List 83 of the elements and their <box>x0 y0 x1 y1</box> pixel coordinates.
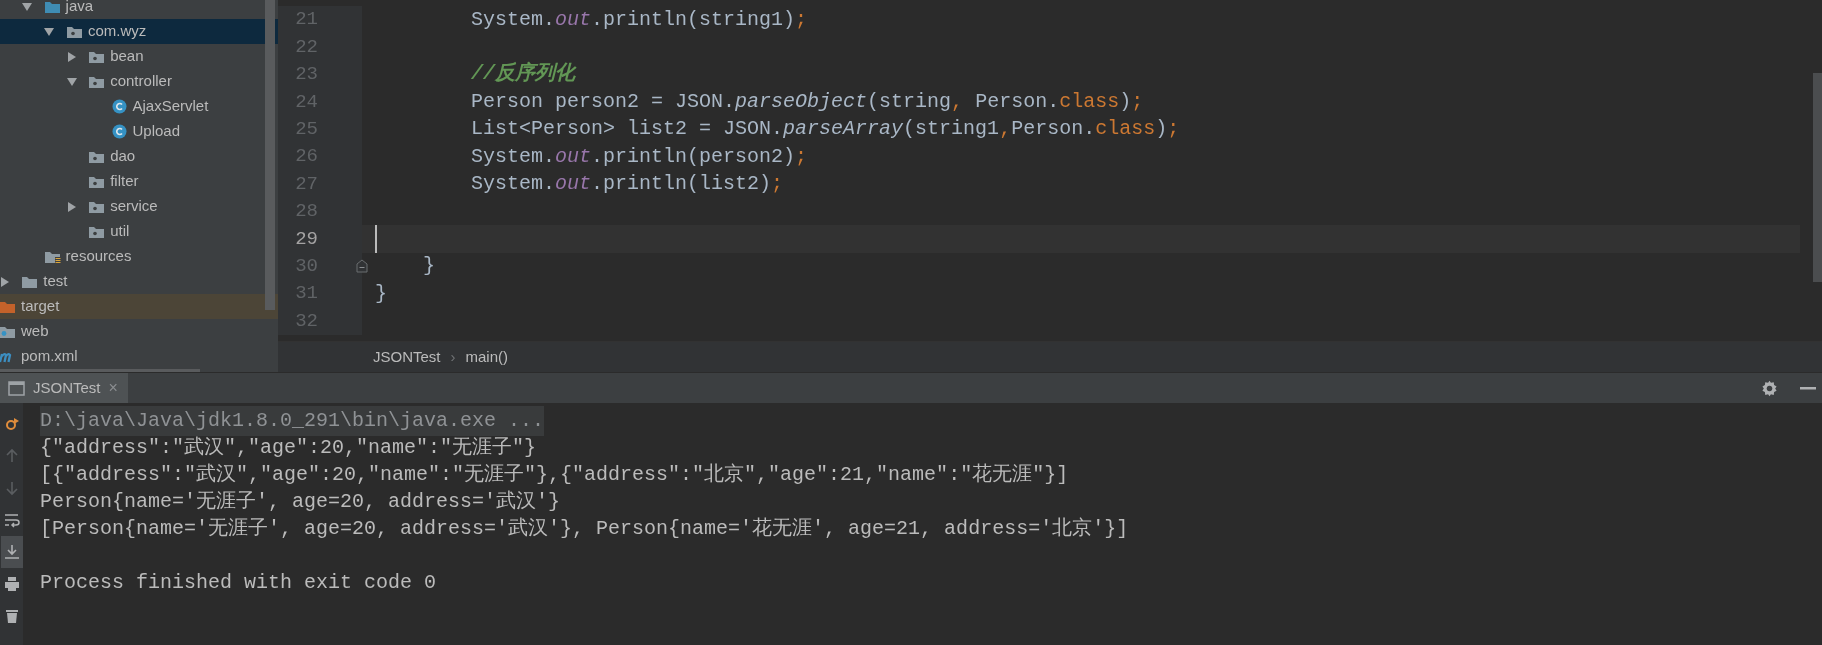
tree-row[interactable]: resources <box>0 244 278 269</box>
tree-row[interactable]: web <box>0 319 278 344</box>
expanded-arrow-icon[interactable] <box>22 1 33 12</box>
tree-row[interactable]: Upload <box>0 119 278 144</box>
line-number: 29 <box>294 226 318 252</box>
scrollbar-thumb[interactable] <box>265 0 275 310</box>
code-line: //反序列化 <box>470 60 576 88</box>
folder-icon <box>88 174 106 189</box>
tree-label: web <box>21 321 49 342</box>
console-command: D:\java\Java\jdk1.8.0_291\bin\java.exe ... <box>40 405 545 436</box>
folder-icon <box>88 224 106 239</box>
tree-label: test <box>43 271 68 292</box>
tree-row[interactable]: target <box>0 294 278 319</box>
tree-row[interactable]: AjaxServlet <box>0 94 278 119</box>
tree-row[interactable]: controller <box>0 69 278 94</box>
tree-label: filter <box>110 171 139 192</box>
down-arrow-icon <box>3 480 20 496</box>
breadcrumb-item[interactable]: JSONTest <box>373 345 441 369</box>
tree-label: AjaxServlet <box>132 96 209 117</box>
tree-row[interactable]: java <box>0 0 278 19</box>
folder-icon <box>0 324 16 339</box>
folder-icon <box>43 249 61 264</box>
console-output: Person{name='无涯子', age=20, address='武汉'} <box>40 488 561 515</box>
code-line: } <box>422 253 435 280</box>
breadcrumb-separator: › <box>450 346 456 367</box>
tree-label: service <box>110 196 158 217</box>
code-line: Person person2 = JSON.parseObject(string, Person.class); <box>470 88 1144 115</box>
code-line: System.out.println(string1); <box>470 6 808 33</box>
tree-row[interactable]: pom.xml <box>0 344 278 369</box>
trash-icon <box>3 608 20 624</box>
print-icon <box>3 576 20 592</box>
tree-label: com.wyz <box>87 21 147 42</box>
folder-icon <box>43 0 61 14</box>
tree-row[interactable]: dao <box>0 144 278 169</box>
code-line: System.out.println(list2); <box>470 171 784 198</box>
folder-icon <box>88 199 106 214</box>
breadcrumb-item[interactable]: main() <box>465 345 509 369</box>
class-icon <box>110 99 128 114</box>
console-output: {"address":"武汉","age":20,"name":"无涯子"} <box>40 434 537 461</box>
scroll-to-end-icon <box>3 544 20 560</box>
tree-row[interactable]: filter <box>0 169 278 194</box>
text-caret <box>375 225 377 253</box>
tree-row[interactable]: service <box>0 194 278 219</box>
tree-row[interactable]: com.wyz <box>0 19 278 44</box>
folder-icon <box>88 74 106 89</box>
tree-label: java <box>65 0 94 17</box>
code-line: System.out.println(person2); <box>470 143 808 170</box>
settings-icon[interactable] <box>1761 379 1778 397</box>
toolbar-button[interactable] <box>0 536 23 568</box>
tree-row[interactable]: util <box>0 219 278 244</box>
tree-label: resources <box>65 246 132 267</box>
tree-label: Upload <box>132 121 181 142</box>
folder-icon <box>0 299 16 314</box>
tree-label: pom.xml <box>21 346 78 367</box>
folder-icon <box>21 274 39 289</box>
scrollbar-thumb[interactable] <box>1813 73 1822 282</box>
console-output: Process finished with exit code 0 <box>40 569 437 596</box>
code-line: } <box>375 280 387 307</box>
tree-label: util <box>110 221 130 242</box>
fold-icon[interactable] <box>356 259 368 274</box>
expanded-arrow-icon[interactable] <box>66 76 77 87</box>
expanded-arrow-icon[interactable] <box>44 26 55 37</box>
tree-label: bean <box>110 46 144 67</box>
class-icon <box>110 124 128 139</box>
collapsed-arrow-icon[interactable] <box>0 276 10 287</box>
tree-label: dao <box>110 146 136 167</box>
console-output: [Person{name='无涯子', age=20, address='武汉'}, Person{name='花无涯', age=21, address='北京'}] <box>40 515 1129 542</box>
run-tab[interactable]: JSONTest × <box>0 373 128 403</box>
tree-label: controller <box>110 71 172 92</box>
collapsed-arrow-icon[interactable] <box>66 201 77 212</box>
rerun-icon <box>3 416 20 432</box>
folder-icon <box>65 24 83 39</box>
folder-icon <box>88 149 106 164</box>
collapsed-arrow-icon[interactable] <box>66 51 77 62</box>
minimize-icon[interactable] <box>1800 386 1816 390</box>
soft-wrap-icon <box>3 512 20 528</box>
tree-row[interactable]: bean <box>0 44 278 69</box>
tree-label: target <box>21 296 60 317</box>
folder-icon <box>88 49 106 64</box>
console-output: [{"address":"武汉","age":20,"name":"无涯子"},{"address":"北京","age":21,"name":"花无涯"}] <box>40 461 1069 488</box>
console-icon <box>8 380 25 396</box>
code-line: List<Person> list2 = JSON.parseArray(string1,Person.class); <box>470 116 1180 143</box>
tree-row[interactable]: test <box>0 269 278 294</box>
